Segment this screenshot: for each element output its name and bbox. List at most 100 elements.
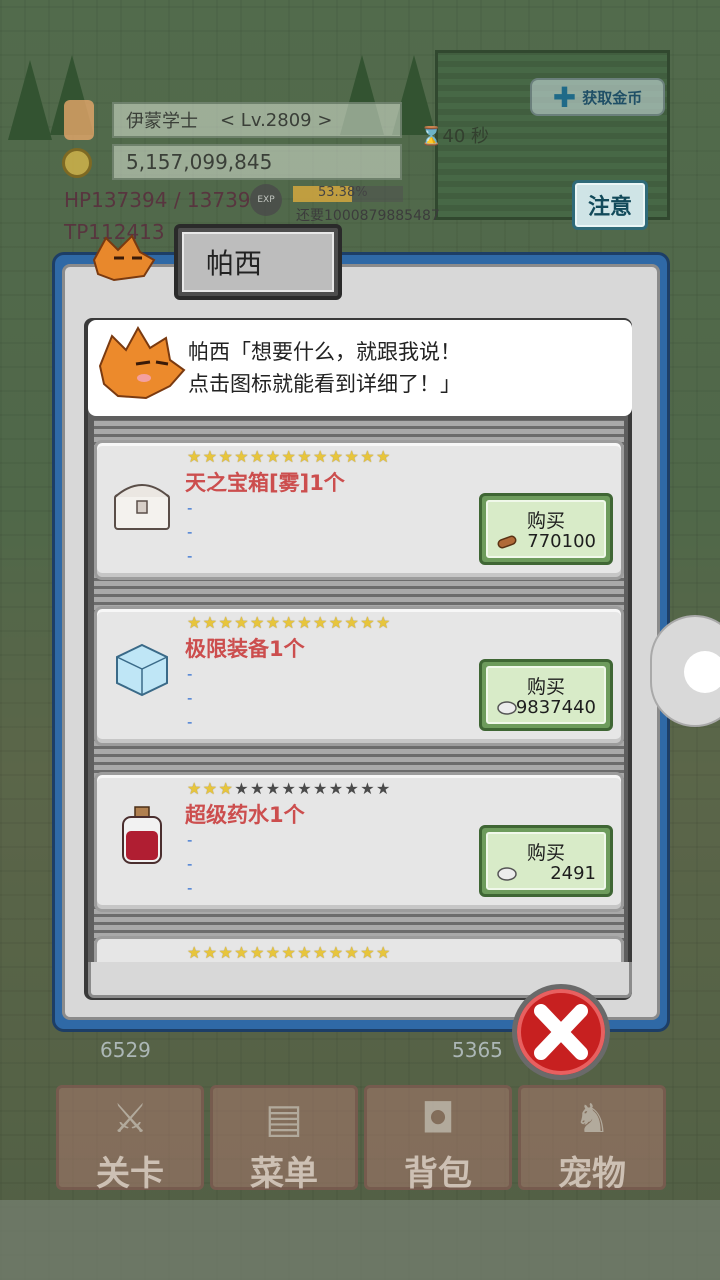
star-filled-icon: ★ bbox=[187, 943, 203, 962]
stone-icon bbox=[497, 701, 517, 715]
star-empty-icon: ★ bbox=[376, 779, 392, 798]
npc-dialog-line2: 点击图标就能看到详细了！」 bbox=[188, 372, 461, 396]
nav-menu-button[interactable]: ▤ 菜单 bbox=[210, 1085, 358, 1194]
nav-stage-label: 关卡 bbox=[96, 1154, 164, 1194]
coin-icon bbox=[62, 148, 92, 178]
bottom-strip bbox=[0, 1200, 720, 1280]
shop-item-row: ★★★★★★★★★★★★★ 极限装备1个 - - - 购买 9837440 bbox=[94, 606, 624, 746]
star-filled-icon: ★ bbox=[202, 943, 219, 962]
buy-label: 购买 bbox=[526, 842, 565, 864]
item-stat-line: - bbox=[187, 547, 193, 565]
item-price: 770100 bbox=[527, 531, 596, 552]
star-filled-icon: ★ bbox=[360, 943, 376, 962]
buy-label: 购买 bbox=[526, 676, 565, 698]
star-filled-icon: ★ bbox=[328, 943, 345, 962]
backpack-icon: ◘ bbox=[421, 1096, 455, 1142]
rarity-stars: ★★★★★★★★★★★★★ bbox=[187, 779, 392, 798]
shop-item-row: ★★★★★★★★★★★★★ 天之宝箱[雾]1个 - - - 购买 770100 bbox=[94, 440, 624, 580]
item-stat-line: - bbox=[187, 713, 193, 731]
star-filled-icon: ★ bbox=[376, 613, 392, 632]
timer-text: ⌛40 秒 bbox=[420, 126, 490, 147]
item-stat-line: - bbox=[187, 879, 193, 897]
buy-button[interactable]: 购买 770100 bbox=[479, 493, 613, 565]
hp-readout: HP137394 / 13739 bbox=[64, 188, 251, 212]
star-filled-icon: ★ bbox=[313, 447, 329, 466]
potion-bottle-icon[interactable] bbox=[111, 805, 173, 867]
item-stat-line: - bbox=[187, 523, 193, 541]
shop-item-row: ★★★★★★★★★★★★★ 超级药水1个 - - - 购买 2491 bbox=[94, 772, 624, 912]
item-stat-line: - bbox=[187, 689, 193, 707]
exp-icon: EXP bbox=[250, 184, 282, 216]
star-filled-icon: ★ bbox=[281, 447, 298, 466]
wood-icon bbox=[497, 535, 517, 549]
faded-number-right: 5365 bbox=[452, 1038, 503, 1062]
nav-pet-button[interactable]: ♞ 宠物 bbox=[518, 1085, 666, 1194]
star-filled-icon: ★ bbox=[360, 447, 376, 466]
crystal-cube-icon[interactable] bbox=[111, 639, 173, 701]
star-empty-icon: ★ bbox=[344, 779, 361, 798]
star-filled-icon: ★ bbox=[297, 447, 313, 466]
exp-needed: 还要1000879885487 bbox=[296, 208, 440, 224]
star-filled-icon: ★ bbox=[202, 613, 219, 632]
get-gold-button[interactable]: ✚ 获取金币 bbox=[530, 78, 665, 116]
shop-tab-title: 帕西 bbox=[182, 232, 334, 292]
hp-value: 137394 / 13739 bbox=[91, 188, 251, 212]
star-empty-icon: ★ bbox=[234, 779, 250, 798]
star-filled-icon: ★ bbox=[344, 943, 361, 962]
get-gold-label: 获取金币 bbox=[582, 88, 643, 107]
star-filled-icon: ★ bbox=[218, 943, 235, 962]
item-stat-line: - bbox=[187, 499, 193, 517]
rarity-stars: ★★★★★★★★★★★★★ bbox=[187, 943, 392, 962]
star-filled-icon: ★ bbox=[313, 613, 329, 632]
buy-button[interactable]: 购买 2491 bbox=[479, 825, 613, 897]
rarity-stars: ★★★★★★★★★★★★★ bbox=[187, 447, 392, 466]
notice-button[interactable]: 注意 bbox=[572, 180, 648, 230]
star-filled-icon: ★ bbox=[328, 613, 345, 632]
star-filled-icon: ★ bbox=[360, 613, 376, 632]
star-filled-icon: ★ bbox=[376, 447, 392, 466]
star-filled-icon: ★ bbox=[265, 447, 282, 466]
player-level: < Lv.2809 > bbox=[220, 109, 333, 131]
faded-number-left: 6529 bbox=[100, 1038, 151, 1062]
star-empty-icon: ★ bbox=[328, 779, 345, 798]
treasure-chest-icon[interactable] bbox=[111, 473, 173, 535]
wolf-pet-icon bbox=[92, 234, 156, 282]
star-filled-icon: ★ bbox=[187, 779, 203, 798]
nav-pet-label: 宠物 bbox=[558, 1154, 626, 1194]
star-filled-icon: ★ bbox=[328, 447, 345, 466]
star-empty-icon: ★ bbox=[265, 779, 282, 798]
nav-bag-label: 背包 bbox=[404, 1154, 472, 1194]
star-filled-icon: ★ bbox=[265, 943, 282, 962]
dragon-icon: ♞ bbox=[574, 1096, 610, 1142]
star-filled-icon: ★ bbox=[281, 613, 298, 632]
star-filled-icon: ★ bbox=[344, 447, 361, 466]
nav-bag-button[interactable]: ◘ 背包 bbox=[364, 1085, 512, 1194]
star-filled-icon: ★ bbox=[297, 943, 313, 962]
exp-percent: 53.38% bbox=[318, 185, 368, 200]
npc-dialog-line1: 帕西「想要什么，就跟我说！ bbox=[188, 340, 461, 364]
star-filled-icon: ★ bbox=[250, 447, 266, 466]
star-filled-icon: ★ bbox=[218, 613, 235, 632]
item-stat-line: - bbox=[187, 665, 193, 683]
nav-stage-button[interactable]: ⚔ 关卡 bbox=[56, 1085, 204, 1194]
timer-value: 40 秒 bbox=[442, 126, 490, 147]
scroll-knob[interactable] bbox=[684, 651, 720, 693]
star-filled-icon: ★ bbox=[313, 943, 329, 962]
buy-button[interactable]: 购买 9837440 bbox=[479, 659, 613, 731]
star-filled-icon: ★ bbox=[187, 613, 203, 632]
star-filled-icon: ★ bbox=[202, 779, 219, 798]
item-name: 超级药水1个 bbox=[185, 803, 305, 827]
side-scroll-handle[interactable] bbox=[650, 615, 720, 727]
star-empty-icon: ★ bbox=[360, 779, 376, 798]
item-stat-line: - bbox=[187, 831, 193, 849]
player-name-box: 伊蒙学士 < Lv.2809 > bbox=[112, 102, 402, 138]
star-filled-icon: ★ bbox=[297, 613, 313, 632]
star-empty-icon: ★ bbox=[297, 779, 313, 798]
close-button[interactable] bbox=[512, 984, 610, 1080]
star-filled-icon: ★ bbox=[234, 943, 250, 962]
plus-icon: ✚ bbox=[552, 80, 577, 114]
player-avatar bbox=[64, 100, 94, 140]
gold-box: 5,157,099,845 bbox=[112, 144, 402, 180]
star-filled-icon: ★ bbox=[202, 447, 219, 466]
star-empty-icon: ★ bbox=[281, 779, 298, 798]
